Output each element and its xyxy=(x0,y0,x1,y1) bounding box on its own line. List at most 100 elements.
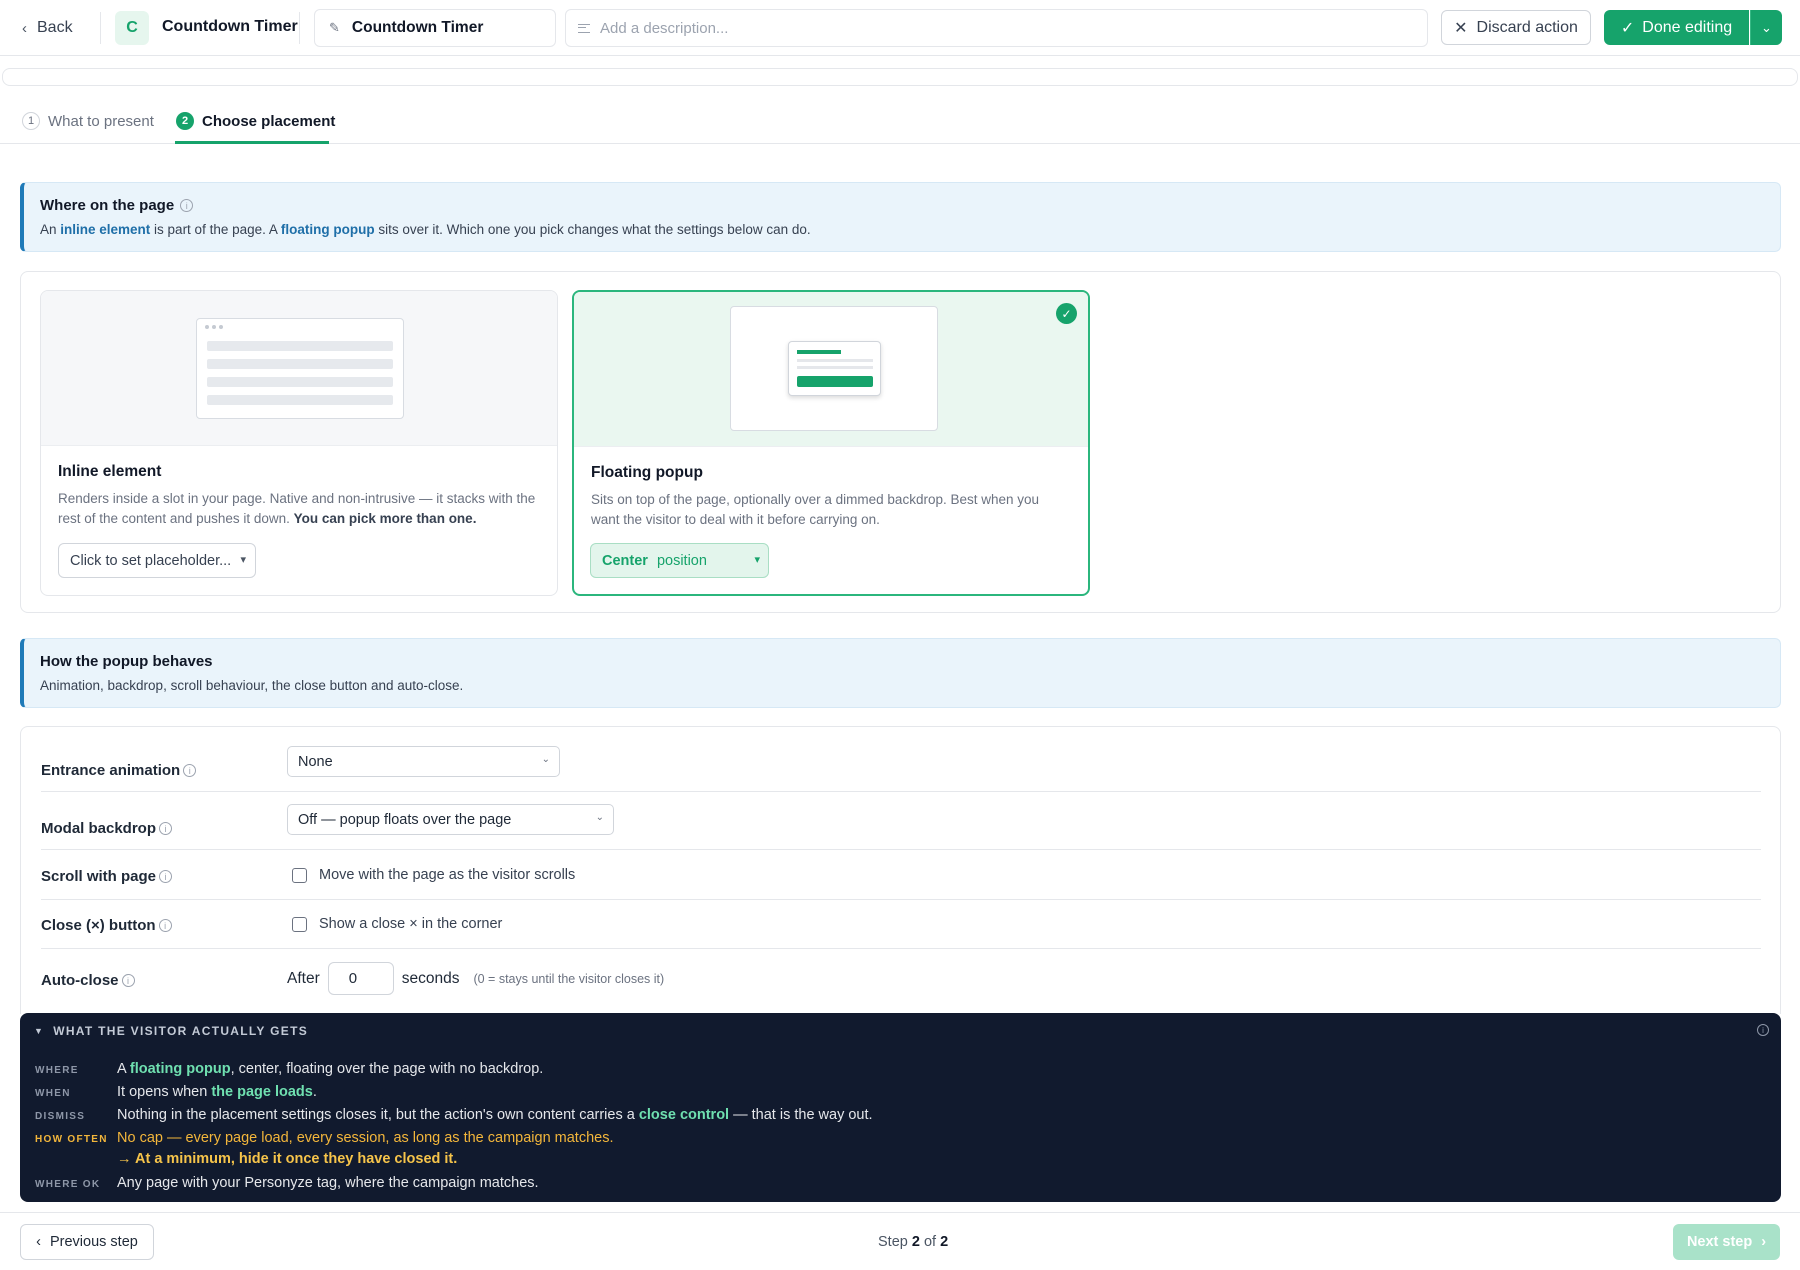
discard-action-button[interactable]: ✕ Discard action xyxy=(1441,10,1591,45)
behaviour-info-callout: How the popup behaves Animation, backdro… xyxy=(20,638,1781,708)
checkbox[interactable] xyxy=(292,867,307,883)
back-label: Back xyxy=(37,19,73,36)
chevron-down-icon: ▼ xyxy=(34,1026,45,1036)
callout-title: Where on the page i xyxy=(40,197,1780,214)
previous-step-label: Previous step xyxy=(49,1234,138,1250)
highlight: the page loads xyxy=(211,1084,313,1100)
summary-toggle[interactable]: ▼ WHAT THE VISITOR ACTUALLY GETS xyxy=(34,1024,308,1038)
auto-close-prefix: After xyxy=(287,969,320,987)
setting-row-modal-backdrop: Modal backdrop i Off — popup floats over… xyxy=(41,792,1761,850)
modal-backdrop-select[interactable]: Off — popup floats over the page ⌄ xyxy=(287,804,614,835)
position-value: Center xyxy=(602,552,648,569)
card-description: Sits on top of the page, optionally over… xyxy=(591,492,1040,527)
select-value: None xyxy=(298,753,333,770)
done-editing-button[interactable]: ✓ Done editing xyxy=(1604,10,1749,45)
auto-close-seconds-input[interactable]: 0 xyxy=(327,962,394,995)
chevron-left-icon: ‹ xyxy=(36,1234,41,1250)
step-of: of xyxy=(923,1234,937,1250)
floating-preview: ✓ xyxy=(574,292,1088,447)
step-prefix: Step xyxy=(878,1234,908,1250)
auto-close-hint: (0 = stays until the visitor closes it) xyxy=(473,971,665,986)
action-name-field[interactable]: ✎ Countdown Timer xyxy=(314,9,556,47)
divider xyxy=(299,12,300,44)
text-segment: An xyxy=(40,222,61,237)
info-icon[interactable]: i xyxy=(121,974,135,987)
entrance-animation-select[interactable]: None ⌄ xyxy=(287,746,560,777)
floating-page-illustration xyxy=(730,306,938,431)
chevron-left-icon: ‹ xyxy=(22,19,27,37)
summary-value: No cap — every page load, every session,… xyxy=(117,1130,614,1146)
description-placeholder: Add a description... xyxy=(600,19,729,37)
summary-value: Any page with your Personyze tag, where … xyxy=(117,1175,539,1191)
callout-title-text: Where on the page xyxy=(40,197,175,214)
step-indicator: Step 2 of 2 xyxy=(878,1234,948,1250)
setting-label-text: Scroll with page xyxy=(41,868,157,885)
scroll-with-page-checkbox[interactable]: Move with the page as the visitor scroll… xyxy=(292,867,575,883)
auto-close-control: After 0 seconds (0 = stays until the vis… xyxy=(287,962,664,995)
setting-label: Auto-close i xyxy=(41,972,135,989)
setting-label-text: Modal backdrop xyxy=(41,820,157,837)
inline-element-card[interactable]: Inline element Renders inside a slot in … xyxy=(40,290,558,596)
highlight-inline-element: inline element xyxy=(60,222,151,237)
position-suffix: position xyxy=(656,552,707,569)
text-segment: sits over it. Which one you pick changes… xyxy=(374,222,811,237)
back-button[interactable]: ‹ Back xyxy=(22,15,73,41)
summary-key: DISMISS xyxy=(35,1111,86,1122)
top-bar: ‹ Back C Countdown Timer ✎ Countdown Tim… xyxy=(0,0,1800,56)
info-icon[interactable]: i xyxy=(158,919,172,932)
floating-popup-card[interactable]: ✓ Floating popup Sits on top of the page… xyxy=(572,290,1090,596)
chevron-down-icon: ⌄ xyxy=(595,812,604,823)
info-icon[interactable]: i xyxy=(159,870,173,883)
text-segment: . xyxy=(312,1084,317,1100)
close-icon: ✕ xyxy=(1454,19,1468,37)
info-icon[interactable]: i xyxy=(1757,1024,1769,1036)
highlight: close control xyxy=(638,1107,730,1123)
summary-advice: → At a minimum, hide it once they have c… xyxy=(117,1151,458,1167)
close-button-checkbox[interactable]: Show a close × in the corner xyxy=(292,916,502,932)
text-segment: Nothing in the placement settings closes… xyxy=(117,1107,639,1123)
inline-page-illustration xyxy=(196,318,404,419)
summary-value: It opens when the page loads. xyxy=(117,1084,317,1100)
callout-text: Animation, backdrop, scroll behaviour, t… xyxy=(40,678,464,693)
done-options-dropdown-button[interactable]: ⌄ xyxy=(1750,10,1782,45)
checkbox-label: Move with the page as the visitor scroll… xyxy=(319,867,576,883)
tab-what-to-present[interactable]: 1 What to present xyxy=(22,112,154,130)
setting-row-scroll-with-page: Scroll with page i Move with the page as… xyxy=(41,850,1761,900)
active-tab-indicator xyxy=(175,141,329,144)
setting-label: Scroll with page i xyxy=(41,868,173,885)
position-select[interactable]: Center position ▾ xyxy=(590,543,769,578)
previous-step-button[interactable]: ‹ Previous step xyxy=(20,1224,154,1260)
info-icon[interactable]: i xyxy=(159,822,173,835)
info-icon[interactable]: i xyxy=(180,199,194,212)
summary-key: WHERE OK xyxy=(35,1179,101,1190)
tab-label: Choose placement xyxy=(202,112,336,130)
setting-label: Close (×) button i xyxy=(41,917,172,934)
description-input[interactable]: Add a description... xyxy=(565,9,1428,47)
summary-key: WHERE xyxy=(35,1065,79,1076)
select-value: Off — popup floats over the page xyxy=(298,811,512,828)
chevron-down-icon: ⌄ xyxy=(1761,19,1772,35)
card-title: Floating popup xyxy=(591,464,703,481)
placeholder-select[interactable]: Click to set placeholder... ▾ xyxy=(58,543,256,578)
popup-settings: Entrance animation i None ⌄ Modal backdr… xyxy=(20,726,1781,1014)
summary-row-where-ok: WHERE OK Any page with your Personyze ta… xyxy=(35,1175,539,1191)
visitor-summary-panel: ▼ WHAT THE VISITOR ACTUALLY GETS i WHERE… xyxy=(20,1013,1781,1202)
callout-text: An inline element is part of the page. A… xyxy=(40,222,1780,237)
tab-choose-placement[interactable]: 2 Choose placement xyxy=(176,112,335,130)
desc-bold-text: You can pick more than one. xyxy=(293,511,477,526)
checkbox-label: Show a close × in the corner xyxy=(319,916,503,932)
next-step-label: Next step xyxy=(1686,1234,1753,1250)
summary-value: A floating popup, center, floating over … xyxy=(117,1061,543,1077)
checkbox[interactable] xyxy=(292,916,307,932)
info-icon[interactable]: i xyxy=(183,764,197,777)
next-step-button[interactable]: Next step › xyxy=(1673,1224,1780,1260)
chevron-down-icon: ⌄ xyxy=(541,754,550,765)
setting-row-auto-close: Auto-close i After 0 seconds (0 = stays … xyxy=(41,949,1761,1015)
setting-row-entrance-animation: Entrance animation i None ⌄ xyxy=(41,727,1761,792)
step-current: 2 xyxy=(911,1234,920,1250)
pencil-icon: ✎ xyxy=(329,20,340,35)
app-title: Countdown Timer xyxy=(162,18,298,35)
setting-label-text: Close (×) button xyxy=(41,917,156,934)
summary-row-how-often-advice: → At a minimum, hide it once they have c… xyxy=(35,1151,457,1167)
summary-row-where: WHERE A floating popup, center, floating… xyxy=(35,1061,543,1077)
